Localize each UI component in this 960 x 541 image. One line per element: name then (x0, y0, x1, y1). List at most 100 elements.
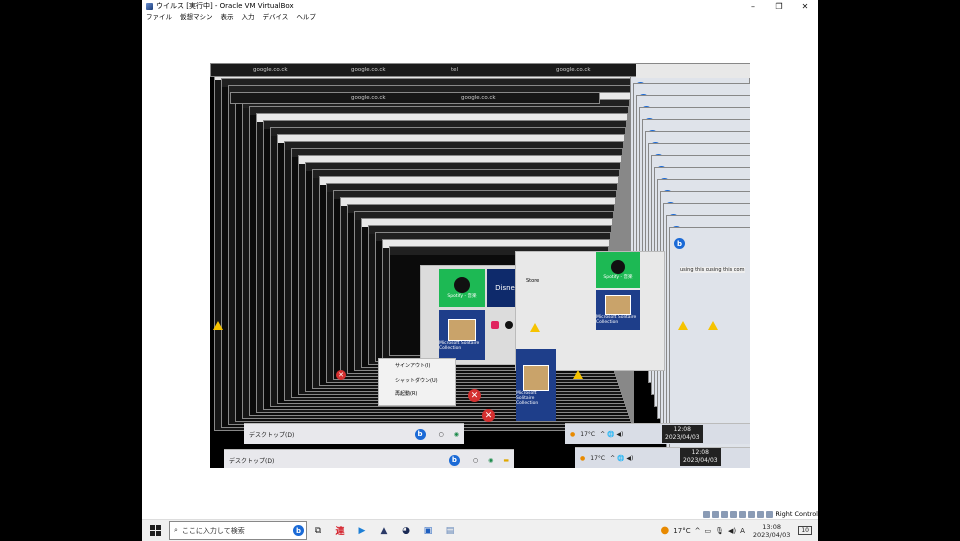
tile-label: Microsoft Solitaire Collection (439, 341, 480, 351)
tray-icons[interactable]: ^ 🌐 ◀) (600, 431, 623, 438)
tiktok-icon[interactable] (505, 321, 513, 329)
audio-icon[interactable] (721, 510, 729, 518)
menu-help[interactable]: ヘルプ (292, 12, 320, 22)
tab-label[interactable]: tel (451, 66, 458, 74)
spotify-tile[interactable]: Spotify - 音楽 (439, 269, 485, 307)
host-key-label: Right Control (775, 510, 818, 518)
error-icon: ✕ (482, 409, 495, 422)
ren-app-icon[interactable]: 連 (329, 520, 351, 541)
mouse-integration-icon[interactable] (766, 510, 774, 518)
shutdown-item[interactable]: シャットダウン(U) (395, 377, 438, 384)
cards-icon (448, 319, 476, 341)
weather-temp[interactable]: 17°C (590, 455, 605, 462)
spotify-tile[interactable]: Spotify - 音楽 (596, 252, 640, 288)
menu-view[interactable]: 表示 (217, 12, 238, 22)
warning-icon (530, 323, 540, 332)
spotify-icon (611, 260, 625, 274)
host-taskbar: ⌕ ここに入力して検索 b ⧉ 連 ▶ ▲ ◕ ▣ ▤ ● 17°C ^ ▭ 🎙… (142, 519, 818, 541)
usb-icon[interactable] (739, 510, 747, 518)
guest-tray: ● 17°C ^ 🌐 ◀) (565, 423, 750, 444)
bing-icon[interactable]: b (448, 454, 460, 466)
edge-icon[interactable]: ◉ (454, 431, 459, 438)
instagram-icon[interactable] (491, 321, 499, 329)
menu-input[interactable]: 入力 (238, 12, 259, 22)
error-icon: ✕ (468, 389, 481, 402)
search-placeholder: ここに入力して検索 (181, 526, 245, 535)
cards-icon (523, 364, 549, 391)
folder-icon[interactable]: ▬ (503, 457, 509, 464)
weather-icon: ● (660, 525, 670, 536)
store-label: Store (526, 278, 540, 284)
window-title: ウイルス [実行中] - Oracle VM VirtualBox (156, 2, 294, 10)
taskbar-clock[interactable]: 13:08 2023/04/03 (753, 523, 790, 539)
edge-icon[interactable]: ◉ (488, 457, 493, 464)
bing-icon[interactable]: b (674, 238, 685, 249)
tray-icons[interactable]: ^ 🌐 ◀) (610, 455, 633, 462)
browser-window-top: google.co.ck google.co.ck tel google.co.… (210, 63, 750, 78)
sign-out-item[interactable]: サインアウト(I) (395, 362, 430, 369)
bing-icon[interactable]: b (293, 525, 304, 536)
optical-icon[interactable] (712, 510, 720, 518)
clock-date: 2023/04/03 (683, 457, 718, 464)
menu-devices[interactable]: デバイス (259, 12, 293, 22)
power-menu: サインアウト(I) シャットダウン(U) 再起動(R) (378, 358, 456, 406)
tab-label[interactable]: google.co.ck (253, 66, 288, 74)
tab-label[interactable]: google.co.ck (351, 66, 386, 74)
minimize-button[interactable]: – (740, 0, 766, 12)
ime-indicator[interactable]: A (740, 527, 745, 535)
task-view-icon[interactable]: ⧉ (307, 520, 329, 541)
guest-clock[interactable]: 12:08 2023/04/03 (680, 448, 721, 466)
weather-temp[interactable]: 17°C (673, 527, 690, 535)
media-player-icon[interactable]: ▶ (351, 520, 373, 541)
guest-display[interactable]: bbbbbbbbbbbbbb google.co.ck google.co.ck… (210, 63, 750, 468)
window-titlebar: ウイルス [実行中] - Oracle VM VirtualBox – ❐ ✕ (142, 0, 818, 12)
clock-time: 12:08 (691, 449, 709, 456)
solitaire-tile[interactable]: Microsoft Solitaire Collection (596, 290, 640, 330)
tab-label[interactable]: google.co.ck (461, 94, 496, 102)
tab-label[interactable]: google.co.ck (556, 66, 591, 74)
edge-titlebar (636, 64, 750, 78)
menu-machine[interactable]: 仮想マシン (176, 12, 217, 22)
spotify-icon (454, 277, 470, 293)
speaker-icon[interactable]: ◀) (728, 527, 736, 535)
desktop-toolbar-label[interactable]: デスクトップ(D) (229, 456, 274, 465)
microphone-icon[interactable]: 🎙 (715, 527, 724, 535)
notification-icon[interactable]: 10 (798, 526, 812, 535)
shared-folder-icon[interactable] (748, 510, 756, 518)
display-icon[interactable] (757, 510, 765, 518)
search-circle-icon[interactable]: ○ (473, 457, 478, 464)
solitaire-tile[interactable]: Microsoft Solitaire Collection (439, 310, 485, 360)
hdd-icon[interactable] (703, 510, 711, 518)
menu-file[interactable]: ファイル (142, 12, 176, 22)
tab-label[interactable]: google.co.ck (351, 94, 386, 102)
virtualbox-icon[interactable]: ▣ (417, 520, 439, 541)
weather-icon: ● (580, 454, 586, 462)
network-icon[interactable]: ▭ (704, 527, 711, 535)
search-circle-icon[interactable]: ○ (439, 431, 444, 438)
guest-clock[interactable]: 12:08 2023/04/03 (662, 425, 703, 443)
desktop-toolbar-label[interactable]: デスクトップ(D) (249, 430, 294, 439)
vbox-manager-icon[interactable]: ▤ (439, 520, 461, 541)
tile-label: Microsoft Solitaire Collection (516, 390, 539, 406)
guest-tray-2: ● 17°C ^ 🌐 ◀) (575, 447, 750, 468)
maximize-button[interactable]: ❐ (766, 0, 792, 12)
guest-taskbar-2: デスクトップ(D) b ○ ◉ (244, 423, 464, 444)
bing-icon[interactable]: b (414, 428, 426, 440)
close-button[interactable]: ✕ (792, 0, 818, 12)
network-icon[interactable] (730, 510, 738, 518)
error-icon: ✕ (336, 370, 346, 380)
weather-icon: ● (570, 430, 576, 438)
warning-icon (213, 321, 223, 330)
tile-label: Spotify - 音楽 (447, 294, 477, 299)
vm-status-bar: Right Control (703, 509, 818, 519)
dialog-text: using this com (708, 267, 745, 273)
restart-item[interactable]: 再起動(R) (395, 390, 417, 397)
search-input[interactable]: ⌕ ここに入力して検索 b (169, 521, 307, 540)
chevron-up-icon[interactable]: ^ (695, 527, 701, 535)
windows-start-icon[interactable] (150, 525, 161, 536)
atom-icon[interactable]: ▲ (373, 520, 395, 541)
solitaire-tile[interactable]: Microsoft Solitaire Collection (516, 349, 556, 421)
warning-icon (678, 321, 688, 330)
weather-temp[interactable]: 17°C (580, 431, 595, 438)
sphere-app-icon[interactable]: ◕ (395, 520, 417, 541)
